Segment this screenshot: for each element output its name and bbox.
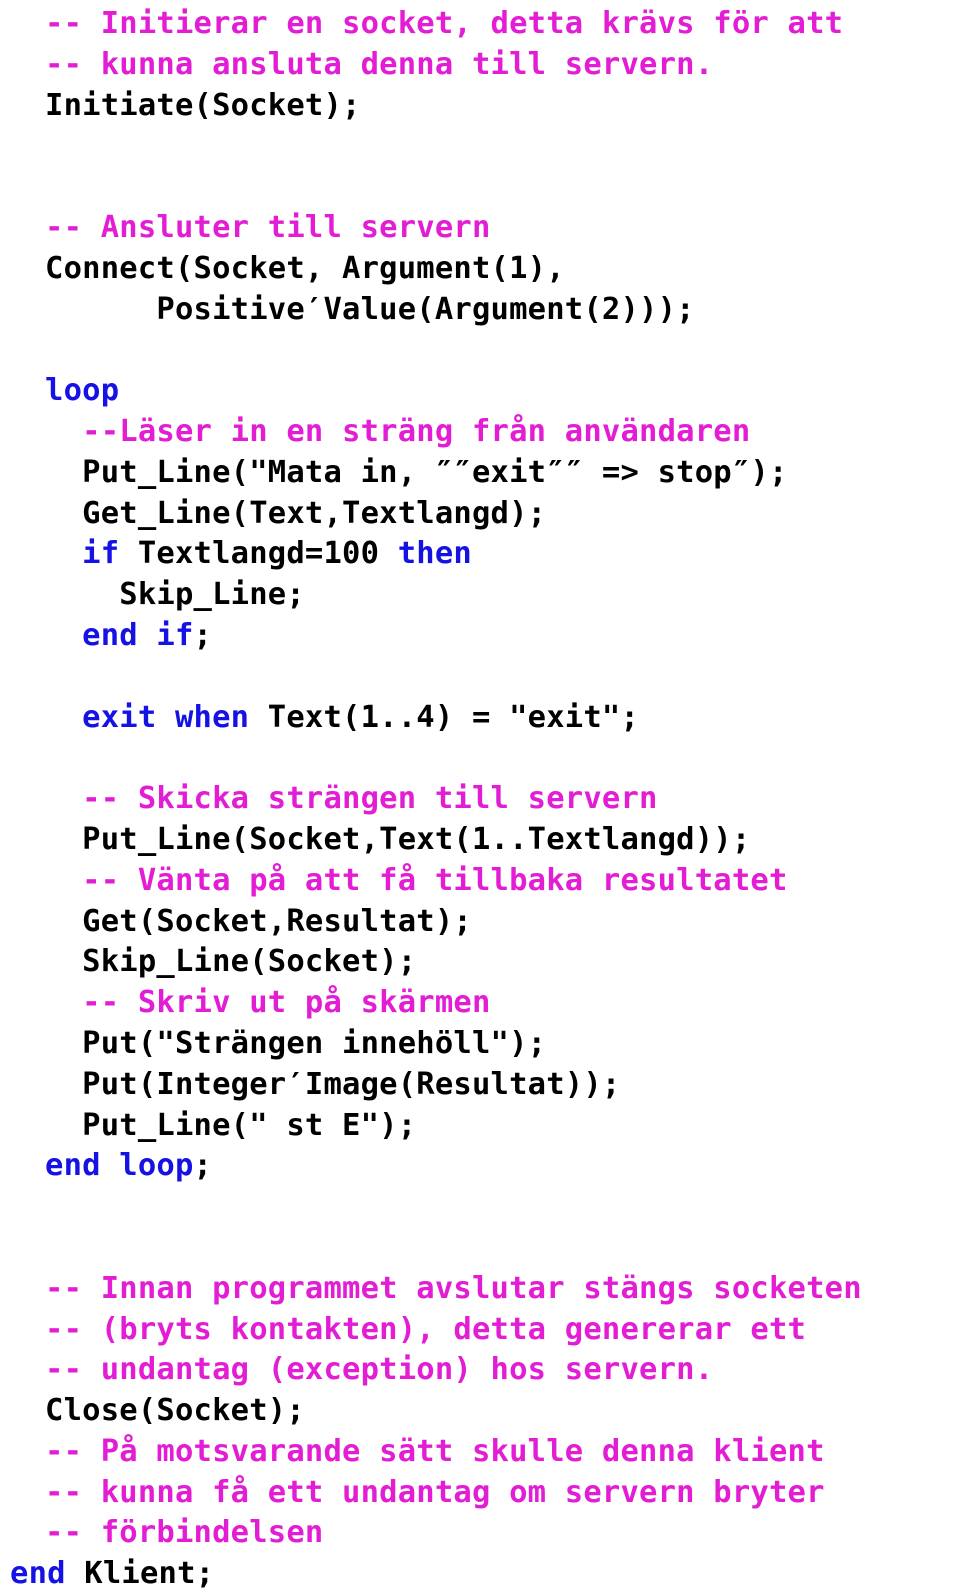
code-line: Put_Line("Mata in, ″″exit″″ => stop″); bbox=[0, 453, 960, 494]
code-line: --Läser in en sträng från användaren bbox=[0, 412, 960, 453]
code-token-plain: Put_Line(Socket,Text(1..Textlangd)); bbox=[45, 821, 751, 857]
code-token-keyword: end if bbox=[45, 617, 194, 653]
code-line: -- Innan programmet avslutar stängs sock… bbox=[0, 1269, 960, 1310]
code-token-plain: Positive′Value(Argument(2))); bbox=[45, 291, 695, 327]
code-token-comment: -- Ansluter till servern bbox=[45, 209, 491, 245]
code-line: Skip_Line(Socket); bbox=[0, 942, 960, 983]
code-line: -- Ansluter till servern bbox=[0, 208, 960, 249]
code-line: -- förbindelsen bbox=[0, 1513, 960, 1554]
code-line: Get(Socket,Resultat); bbox=[0, 902, 960, 943]
code-line: -- Skriv ut på skärmen bbox=[0, 983, 960, 1024]
code-token-plain: Klient; bbox=[65, 1556, 215, 1592]
code-token-comment: -- förbindelsen bbox=[45, 1515, 324, 1551]
code-token-keyword: loop bbox=[45, 373, 120, 409]
code-line: exit when Text(1..4) = "exit"; bbox=[0, 698, 960, 739]
code-token-comment: -- På motsvarande sätt skulle denna klie… bbox=[45, 1433, 825, 1469]
code-token-plain: Put_Line("Mata in, ″″exit″″ => stop″); bbox=[45, 454, 788, 490]
code-line: Connect(Socket, Argument(1), bbox=[0, 249, 960, 290]
code-line: -- Initierar en socket, detta krävs för … bbox=[0, 4, 960, 45]
code-token-comment: -- kunna få ett undantag om servern bryt… bbox=[45, 1474, 825, 1510]
code-token-comment: -- (bryts kontakten), detta genererar et… bbox=[45, 1311, 807, 1347]
code-line: Close(Socket); bbox=[0, 1391, 960, 1432]
code-token-comment: -- Innan programmet avslutar stängs sock… bbox=[45, 1270, 862, 1306]
code-line: end loop; bbox=[0, 1146, 960, 1187]
code-line: loop bbox=[0, 371, 960, 412]
code-token-plain: Put("Strängen innehöll"); bbox=[45, 1025, 547, 1061]
code-token-comment: -- Vänta på att få tillbaka resultatet bbox=[45, 862, 788, 898]
code-token-comment: --Läser in en sträng från användaren bbox=[45, 413, 751, 449]
code-line: end if; bbox=[0, 616, 960, 657]
code-token-comment: -- undantag (exception) hos servern. bbox=[45, 1352, 714, 1388]
code-line: -- Vänta på att få tillbaka resultatet bbox=[0, 861, 960, 902]
code-line: Skip_Line; bbox=[0, 575, 960, 616]
code-token-plain: Initiate(Socket); bbox=[45, 87, 361, 123]
code-line: Get_Line(Text,Textlangd); bbox=[0, 494, 960, 535]
code-line: -- På motsvarande sätt skulle denna klie… bbox=[0, 1432, 960, 1473]
code-line: Put(Integer′Image(Resultat)); bbox=[0, 1065, 960, 1106]
code-line: if Textlangd=100 then bbox=[0, 534, 960, 575]
code-token-keyword: if bbox=[45, 536, 120, 572]
code-token-plain: Put(Integer′Image(Resultat)); bbox=[45, 1066, 621, 1102]
code-line: Positive′Value(Argument(2))); bbox=[0, 290, 960, 331]
code-token-keyword: end loop bbox=[45, 1148, 194, 1184]
code-line: -- Skicka strängen till servern bbox=[0, 779, 960, 820]
code-token-plain: Close(Socket); bbox=[45, 1393, 305, 1429]
code-line: end Klient; bbox=[0, 1554, 960, 1595]
code-token-plain: Skip_Line; bbox=[45, 577, 305, 613]
code-token-comment: -- Initierar en socket, detta krävs för … bbox=[45, 6, 844, 41]
code-token-comment: -- Skicka strängen till servern bbox=[45, 781, 658, 817]
code-line: Put_Line(" st E"); bbox=[0, 1106, 960, 1147]
code-token-plain: Connect(Socket, Argument(1), bbox=[45, 250, 565, 286]
code-line: -- undantag (exception) hos servern. bbox=[0, 1350, 960, 1391]
code-token-plain: Put_Line(" st E"); bbox=[45, 1107, 417, 1143]
code-token-keyword: then bbox=[397, 536, 472, 572]
code-line: Initiate(Socket); bbox=[0, 86, 960, 127]
code-line: -- kunna få ett undantag om servern bryt… bbox=[0, 1473, 960, 1514]
code-token-plain: Textlangd=100 bbox=[119, 536, 398, 572]
code-token-keyword: exit when bbox=[45, 699, 250, 735]
code-line: Put_Line(Socket,Text(1..Textlangd)); bbox=[0, 820, 960, 861]
code-token-plain: Get_Line(Text,Textlangd); bbox=[45, 495, 547, 531]
code-token-plain: Get(Socket,Resultat); bbox=[45, 903, 472, 939]
code-line: -- (bryts kontakten), detta genererar et… bbox=[0, 1310, 960, 1351]
code-token-comment: -- Skriv ut på skärmen bbox=[45, 985, 491, 1021]
code-line: Put("Strängen innehöll"); bbox=[0, 1024, 960, 1065]
code-listing: -- Initierar en socket, detta krävs för … bbox=[0, 0, 960, 1591]
code-token-keyword: end bbox=[10, 1556, 66, 1592]
code-line: -- kunna ansluta denna till servern. bbox=[0, 45, 960, 86]
code-token-plain: Skip_Line(Socket); bbox=[45, 944, 417, 980]
code-token-comment: -- kunna ansluta denna till servern. bbox=[45, 46, 714, 82]
code-token-plain: ; bbox=[193, 1148, 213, 1184]
code-token-plain: ; bbox=[193, 617, 213, 653]
code-token-plain: Text(1..4) = "exit"; bbox=[249, 699, 640, 735]
